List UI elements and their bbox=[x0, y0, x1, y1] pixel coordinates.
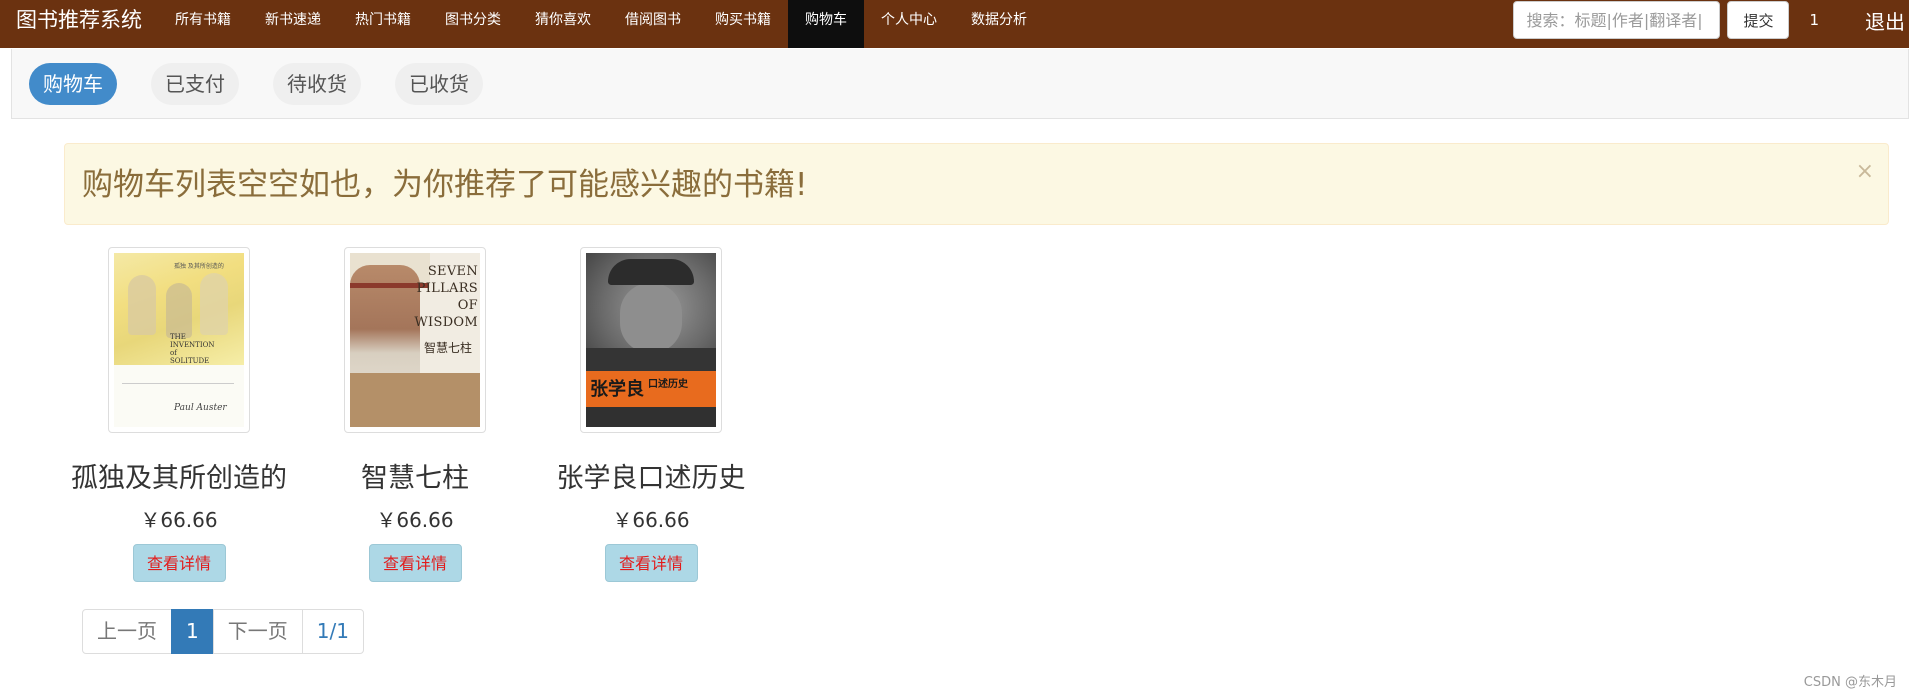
watermark: CSDN @东木月 bbox=[1803, 675, 1897, 690]
book-title: 智慧七柱 bbox=[361, 463, 469, 494]
pagination: 上一页 1 下一页 1/1 bbox=[82, 609, 364, 654]
brand-title[interactable]: 图书推荐系统 bbox=[0, 0, 158, 40]
cover-text: THE INVENTION of SOLITUDE bbox=[170, 333, 215, 365]
cover-text: SEVEN PILLARS OF WISDOM bbox=[414, 264, 478, 330]
book-price: ￥66.66 bbox=[376, 508, 454, 532]
cover-text: 智慧七柱 bbox=[423, 341, 472, 355]
search-submit-button[interactable]: 提交 bbox=[1727, 1, 1790, 39]
cover-text: 张学良 bbox=[590, 379, 644, 400]
pagination-total[interactable]: 1/1 bbox=[301, 609, 364, 654]
pagination-next[interactable]: 下一页 bbox=[212, 609, 303, 654]
pagination-current-page[interactable]: 1 bbox=[171, 609, 214, 654]
book-title: 张学良口述历史 bbox=[556, 463, 746, 494]
nav-item-guess-you-like[interactable]: 猜你喜欢 bbox=[518, 0, 608, 48]
pagination-prev[interactable]: 上一页 bbox=[82, 609, 172, 654]
nav-item-borrow-books[interactable]: 借阅图书 bbox=[608, 0, 698, 48]
tab-received[interactable]: 已收货 bbox=[395, 62, 483, 105]
close-icon[interactable]: × bbox=[1856, 144, 1874, 200]
tab-paid[interactable]: 已支付 bbox=[151, 62, 239, 105]
book-cover-image: 孤独 及其所创造的 THE INVENTION of SOLITUDE Paul… bbox=[114, 253, 244, 427]
tab-cart[interactable]: 购物车 bbox=[29, 62, 117, 105]
tab-awaiting-delivery[interactable]: 待收货 bbox=[273, 62, 361, 105]
top-navbar: 图书推荐系统 所有书籍 新书速递 热门书籍 图书分类 猜你喜欢 借阅图书 购买书… bbox=[0, 0, 1909, 48]
nav-item-cart[interactable]: 购物车 bbox=[788, 0, 864, 48]
view-details-button[interactable]: 查看详情 bbox=[368, 544, 462, 582]
search-input[interactable] bbox=[1513, 1, 1721, 39]
nav-item-profile[interactable]: 个人中心 bbox=[864, 0, 954, 48]
nav-menu: 所有书籍 新书速递 热门书籍 图书分类 猜你喜欢 借阅图书 购买书籍 购物车 个… bbox=[158, 0, 1044, 48]
nav-item-new-books[interactable]: 新书速递 bbox=[248, 0, 338, 48]
book-cover-frame[interactable]: 张学良 口述历史 bbox=[580, 247, 722, 433]
view-details-button[interactable]: 查看详情 bbox=[132, 544, 226, 582]
cover-text: 口述历史 bbox=[648, 379, 688, 390]
book-price: ￥66.66 bbox=[612, 508, 690, 532]
nav-item-all-books[interactable]: 所有书籍 bbox=[158, 0, 248, 48]
book-price: ￥66.66 bbox=[140, 508, 218, 532]
order-status-tabs: 购物车 已支付 待收货 已收货 bbox=[11, 49, 1909, 119]
logout-link[interactable]: 退出 bbox=[1865, 6, 1905, 35]
book-cover-image: SEVEN PILLARS OF WISDOM 智慧七柱 bbox=[350, 253, 480, 427]
user-indicator[interactable]: 1 bbox=[1809, 11, 1819, 29]
book-cover-frame[interactable]: SEVEN PILLARS OF WISDOM 智慧七柱 bbox=[344, 247, 486, 433]
book-card: SEVEN PILLARS OF WISDOM 智慧七柱 智慧七柱 ￥66.66… bbox=[300, 247, 530, 582]
nav-right-group: 提交 1 退出 bbox=[1513, 0, 1909, 48]
alert-message: 购物车列表空空如也，为你推荐了可能感兴趣的书籍! bbox=[82, 167, 808, 203]
nav-item-buy-books[interactable]: 购买书籍 bbox=[698, 0, 788, 48]
view-details-button[interactable]: 查看详情 bbox=[604, 544, 698, 582]
book-card: 孤独 及其所创造的 THE INVENTION of SOLITUDE Paul… bbox=[64, 247, 294, 582]
book-cover-frame[interactable]: 孤独 及其所创造的 THE INVENTION of SOLITUDE Paul… bbox=[108, 247, 250, 433]
nav-item-hot-books[interactable]: 热门书籍 bbox=[338, 0, 428, 48]
cover-text: 孤独 及其所创造的 bbox=[174, 263, 224, 270]
empty-cart-alert: 购物车列表空空如也，为你推荐了可能感兴趣的书籍! × bbox=[64, 143, 1889, 225]
cover-signature: Paul Auster bbox=[174, 403, 227, 413]
book-title: 孤独及其所创造的 bbox=[71, 463, 287, 494]
nav-item-categories[interactable]: 图书分类 bbox=[428, 0, 518, 48]
nav-item-data-analysis[interactable]: 数据分析 bbox=[954, 0, 1044, 48]
book-card: 张学良 口述历史 张学良口述历史 ￥66.66 查看详情 bbox=[536, 247, 766, 582]
book-cover-image: 张学良 口述历史 bbox=[586, 253, 716, 427]
